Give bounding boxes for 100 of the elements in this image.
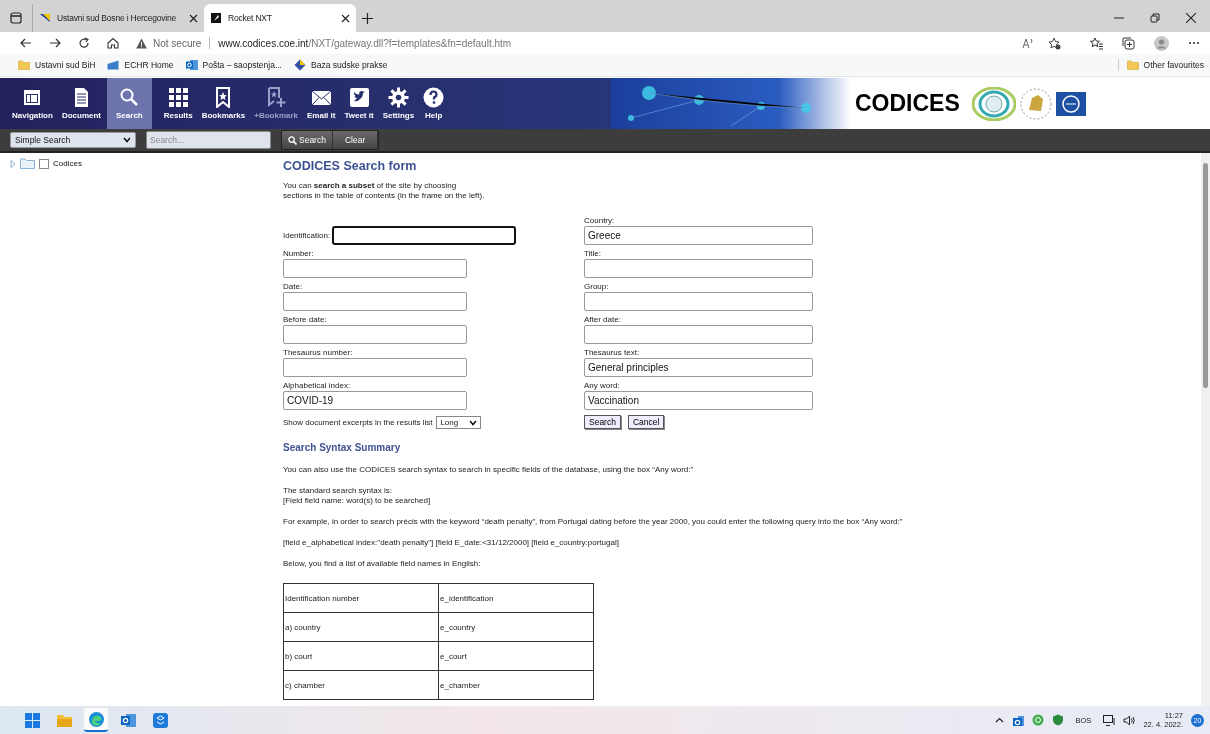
field-label: Country: [584,216,616,225]
chevron-up-icon[interactable] [994,717,1004,723]
search-mode-dropdown[interactable]: Simple Search [10,132,136,148]
close-icon[interactable] [341,13,350,23]
globe-emblem-icon [971,86,1016,121]
input-field[interactable]: Vaccination [584,391,813,410]
navigation-pane-icon [21,87,43,108]
tab-title: Ustavni sud Bosne i Hercegovine [57,13,177,23]
checkbox[interactable] [39,158,49,169]
search-button[interactable]: Search [584,415,621,429]
bookmark-link[interactable]: ECHR Home [107,59,174,71]
toolbar-button[interactable]: Navigation [9,78,56,129]
input-field[interactable] [283,358,467,377]
clear-button[interactable]: Clear [332,131,379,149]
grid-icon [167,87,189,108]
input-field[interactable] [283,325,467,344]
new-tab-icon[interactable] [362,12,373,24]
browser-tab[interactable]: Rocket NXT [204,4,356,32]
table-cell: Identification number [283,583,439,613]
excerpts-dropdown[interactable]: Long [436,416,482,429]
field-label: Before date: [283,315,328,324]
input-field[interactable]: General principles [584,358,813,377]
field-label: Any word: [584,381,621,390]
table-cell: e_court [438,641,594,671]
restore-icon[interactable] [1150,13,1160,23]
speaker-icon[interactable] [1123,714,1136,726]
input-field[interactable] [283,259,467,278]
tab-actions-icon[interactable] [10,12,22,24]
search-field[interactable]: Search... [146,131,271,149]
tab-title: Rocket NXT [228,13,273,23]
home-icon[interactable] [107,37,119,49]
refresh-icon[interactable] [78,37,90,49]
cancel-button[interactable]: Cancel [627,415,665,429]
field-label: Identification: [283,231,331,240]
input-field[interactable] [584,325,813,344]
app-icon [151,711,169,729]
back-icon[interactable] [20,37,32,49]
search-icon [288,135,297,145]
help-icon [423,87,445,108]
table-cell: e_chamber [438,670,594,700]
toolbar-button[interactable]: Document [58,78,105,129]
close-icon[interactable] [189,13,198,23]
input-field[interactable] [332,226,517,245]
read-aloud-icon[interactable] [1022,37,1034,49]
input-field[interactable] [584,259,813,278]
table-cell: c) chamber [283,670,439,700]
bookmark-link[interactable]: Ustavni sud BiH [18,59,96,71]
flag-icon [39,12,51,24]
toolbar-button[interactable]: Search [107,78,152,129]
intro-text: You can search a subset of the site by choosing sections in the table of contents (in the frame on the left). [283,181,486,201]
settings-icon [387,87,409,108]
search-button[interactable]: Search [282,131,333,149]
table-cell: e_identification [438,583,594,613]
site-title: CODICES [855,90,960,117]
field-label: Thesaurus text: [584,348,641,357]
collections-icon[interactable] [1122,36,1135,50]
bookmark-link[interactable]: Pošta – saopstenja... [185,59,282,71]
chevron-down-icon [123,137,131,143]
favorites-icon[interactable] [1090,36,1103,50]
mail-icon[interactable] [1011,714,1024,726]
paragraph: [field e_alphabetical index:"death penalty"] [field E_date:<31/12/2000] [field e_country:portugal] [283,538,620,548]
bookmark-folder[interactable]: Other favourites [1117,59,1204,71]
taskbar-button[interactable] [84,708,108,732]
browser-icon [87,710,105,728]
bird-icon [348,87,370,108]
folder-icon [1126,59,1139,71]
toolbar-button[interactable]: Email it [304,78,339,129]
chevron-down-icon [469,419,478,426]
input-field[interactable]: COVID-19 [283,391,467,410]
input-field[interactable] [584,292,813,311]
more-icon[interactable] [1188,41,1200,45]
toolbar-button[interactable]: Bookmarks [198,78,249,129]
field-label: Number: [283,249,315,258]
field-label: Alphabetical index: [283,381,352,390]
input-field[interactable]: Greece [584,226,813,245]
table-cell: e_country [438,612,594,642]
field-label: Thesaurus number: [283,348,354,357]
url-text: www.codices.coe.int/NXT/gateway.dll?f=templates&fn=default.htm [218,37,512,49]
shape-icon [107,59,120,71]
input-field[interactable] [283,292,467,311]
favorite-add-icon[interactable] [1048,36,1061,50]
toolbar-button[interactable]: Results [160,78,196,129]
shield-icon[interactable] [1051,714,1064,726]
mail-icon [119,711,137,729]
network-icon[interactable] [1103,714,1116,726]
close-icon[interactable] [1186,13,1196,23]
field-label: Title: [584,249,603,258]
toolbar-button[interactable]: Tweet it [341,78,377,129]
section-heading: Search Syntax Summary [283,442,402,453]
toolbar-button[interactable]: Help [420,78,448,129]
forward-icon[interactable] [49,37,61,49]
bookmark-link[interactable]: Baza sudske prakse [294,59,388,71]
scrollbar[interactable] [1201,153,1210,706]
profile-avatar-icon[interactable] [1154,35,1169,51]
folder-icon [20,158,35,169]
security-label: Not secure [153,37,202,49]
site-icon [210,12,222,24]
diamond-icon [294,59,306,71]
toolbar-button[interactable]: Settings [379,78,418,129]
tree-item[interactable]: Codices [53,159,82,168]
